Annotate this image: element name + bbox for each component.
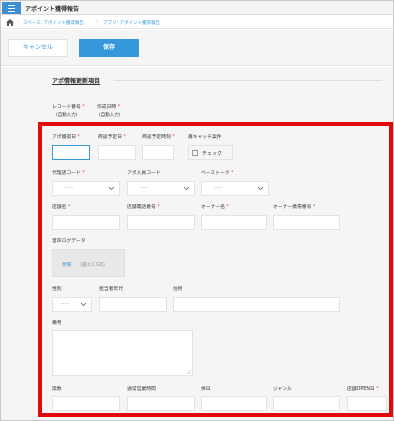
genre-input[interactable]	[273, 396, 340, 411]
resize-grip-icon[interactable]	[187, 370, 191, 374]
field-label-audio-log: 音声ログデータ	[52, 239, 86, 244]
visit-date-input[interactable]	[98, 145, 136, 160]
audio-log-attachment: 参照 (最大1 GB)	[52, 249, 125, 277]
agent-person-code-select[interactable]: -----	[127, 181, 195, 196]
visit-time-input[interactable]	[142, 145, 174, 160]
field-label-store-open-date: 店舗OPEN日 *	[347, 387, 379, 392]
audio-log-max-size: (最大1 GB)	[80, 263, 105, 268]
field-label-owner-name: オーナー名 *	[201, 205, 229, 210]
appoint-date-input[interactable]	[52, 145, 90, 160]
field-label-base-talk: ベーストーク *	[201, 171, 234, 176]
breadcrumb-separator: ›	[96, 19, 98, 25]
field-label-recatch: 再キャッチ案件	[188, 135, 222, 140]
field-label-appoint-date: アポ獲得日 *	[52, 135, 80, 140]
store-name-input[interactable]	[52, 215, 120, 230]
recatch-checkbox[interactable]	[192, 150, 198, 156]
owner-mobile-input[interactable]	[273, 215, 340, 230]
chevron-down-icon	[108, 186, 115, 191]
remarks-textarea[interactable]	[52, 330, 193, 376]
edit-toolbar: キャンセル 保存	[1, 30, 393, 66]
base-talk-select[interactable]: -----	[201, 181, 269, 196]
store-phone-input[interactable]	[127, 215, 195, 230]
created-at-value: (自動入力)	[99, 113, 121, 118]
field-label-store-phone: 店舗電話番号 *	[127, 205, 160, 210]
menu-list-icon[interactable]	[2, 2, 21, 14]
breadcrumb-app-link[interactable]: アプリ: アポイント獲得報告	[103, 20, 160, 26]
business-hours-input[interactable]	[127, 396, 195, 411]
recatch-option-label: チェック	[202, 151, 223, 157]
chevron-down-icon	[183, 186, 190, 191]
app-header: アポイント獲得報告	[1, 1, 393, 15]
field-label-contact-age: 担当者年代	[99, 287, 123, 292]
field-label-created-at: 作成日時 *	[97, 105, 121, 110]
closed-days-input[interactable]	[201, 396, 267, 411]
record-number-value: (自動入力)	[56, 113, 78, 118]
field-label-remarks: 備考	[52, 321, 62, 326]
home-icon[interactable]	[6, 19, 14, 26]
field-label-visit-date: 商談予定日 *	[98, 135, 126, 140]
field-label-address: 住所	[173, 287, 183, 292]
save-button[interactable]: 保存	[79, 39, 139, 57]
breadcrumb: › スペース: アポイント獲得報告 › アプリ: アポイント獲得報告	[1, 16, 393, 29]
chevron-down-icon	[257, 186, 264, 191]
field-group-title[interactable]: アポ情報更新項目	[52, 76, 100, 85]
cancel-button[interactable]: キャンセル	[8, 39, 68, 57]
gender-select[interactable]: -----	[52, 297, 92, 312]
breadcrumb-separator: ›	[17, 19, 19, 25]
field-label-record-number: レコード番号 *	[52, 105, 85, 110]
field-label-gender: 性別	[52, 287, 62, 292]
address-input[interactable]	[173, 297, 340, 312]
contact-age-input[interactable]	[99, 297, 167, 312]
app-title: アポイント獲得報告	[25, 6, 80, 13]
store-open-date-input[interactable]	[347, 396, 387, 411]
field-label-visit-time: 商談予定時刻 *	[142, 135, 175, 140]
breadcrumb-space-link[interactable]: スペース: アポイント獲得報告	[23, 20, 84, 26]
field-label-seats: 席数	[52, 387, 62, 392]
agent-code-select[interactable]: -----	[52, 181, 120, 196]
field-label-business-hours: 通常営業時間	[127, 387, 156, 392]
seats-input[interactable]	[52, 396, 120, 411]
field-label-agent-person-code: アポ人員コード	[127, 171, 161, 176]
chevron-down-icon	[80, 302, 87, 307]
owner-name-input[interactable]	[201, 215, 267, 230]
audio-log-browse-link[interactable]: 参照	[62, 261, 72, 268]
field-label-store-name: 店舗名 *	[52, 205, 71, 210]
field-label-agent-code: 代理店コード *	[52, 171, 85, 176]
recatch-checkbox-group[interactable]: チェック	[188, 145, 233, 160]
field-label-closed-days: 休日	[201, 387, 211, 392]
field-label-owner-mobile: オーナー携帯番号 *	[273, 205, 316, 210]
field-label-genre: ジャンル	[273, 387, 292, 392]
group-divider	[114, 80, 382, 81]
